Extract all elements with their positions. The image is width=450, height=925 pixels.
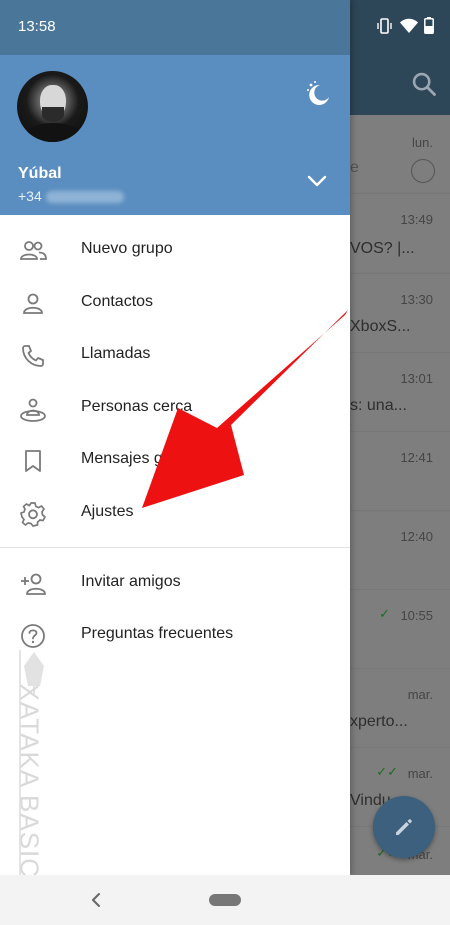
bookmark-icon (25, 450, 41, 472)
chat-time: 10:55 (400, 608, 433, 623)
menu-item-settings[interactable]: Ajustes (0, 487, 350, 539)
chevron-down-icon[interactable] (306, 172, 328, 190)
chat-snippet: xperto... (350, 713, 408, 730)
menu-item-people-nearby[interactable]: Personas cerca (0, 382, 350, 434)
search-icon[interactable] (410, 70, 438, 98)
chat-time: 12:40 (400, 529, 433, 544)
pencil-icon (396, 819, 412, 835)
phone-icon (22, 345, 44, 367)
drawer-header: Yúbal +34 (0, 55, 350, 215)
chat-time: 13:49 (400, 212, 433, 227)
menu-label: Preguntas frecuentes (81, 625, 234, 642)
chat-row[interactable]: 13:30 XboxS... (350, 274, 450, 353)
chat-snippet: s: una... (350, 397, 407, 414)
pin-icon (411, 159, 435, 183)
menu-label: Personas cerca (81, 398, 193, 415)
chat-time: 13:30 (400, 292, 433, 307)
menu-divider (0, 547, 350, 548)
settings-icon (20, 502, 46, 527)
add-person-icon (21, 573, 46, 595)
status-bar: 13:58 (0, 0, 350, 55)
chat-time: 13:01 (400, 371, 433, 386)
avatar[interactable] (17, 71, 88, 142)
chat-row[interactable]: ✓ 10:55 (350, 590, 450, 669)
chat-time: mar. (407, 687, 433, 702)
group-icon (20, 241, 47, 260)
chat-row[interactable]: 13:01 s: una... (350, 353, 450, 432)
read-check-icon: ✓ (379, 606, 390, 621)
menu-label: Nuevo grupo (81, 240, 173, 257)
menu-label: Contactos (81, 293, 154, 310)
menu-item-contacts[interactable]: Contactos (0, 277, 350, 329)
menu-item-invite-friends[interactable]: Invitar amigos (0, 557, 350, 609)
chat-time: 12:41 (400, 450, 433, 465)
double-check-icon: ✓✓ (376, 764, 398, 779)
status-bar-right (350, 0, 450, 55)
chat-time: lun. (412, 135, 433, 150)
help-icon (21, 624, 45, 648)
menu-item-calls[interactable]: Llamadas (0, 329, 350, 381)
vibrate-icon (377, 18, 392, 34)
night-mode-icon[interactable] (303, 79, 331, 107)
phone-prefix: +34 (18, 188, 42, 204)
menu-label: Invitar amigos (81, 573, 181, 590)
phone-redacted (45, 191, 124, 204)
compose-button[interactable] (373, 796, 435, 858)
chat-row[interactable]: 13:49 VOS? |... (350, 194, 450, 274)
system-navigation-bar (0, 875, 450, 925)
avatar-beard (42, 107, 64, 122)
wifi-icon (400, 18, 418, 33)
menu-item-saved-messages[interactable]: Mensajes guardados (0, 434, 350, 486)
chat-snippet: VOS? |... (350, 240, 415, 257)
home-button[interactable] (209, 894, 241, 906)
chat-row[interactable]: 12:40 (350, 511, 450, 590)
user-name: Yúbal (18, 165, 62, 182)
navigation-drawer: 13:58 Yúbal +34 Nuevo grupo Contactos Ll… (0, 0, 350, 896)
menu-label: Llamadas (81, 345, 151, 362)
menu-label: Ajustes (81, 503, 134, 520)
battery-icon (424, 17, 434, 34)
chat-time: mar. (407, 766, 433, 781)
chat-row[interactable]: 12:41 (350, 432, 450, 511)
menu-item-new-group[interactable]: Nuevo grupo (0, 224, 350, 276)
avatar-body (23, 123, 83, 142)
user-phone: +34 (18, 188, 124, 204)
contact-icon (23, 293, 43, 314)
chat-row[interactable]: lun. e (350, 115, 450, 194)
status-time: 13:58 (18, 18, 56, 35)
back-icon[interactable] (88, 891, 104, 909)
people-nearby-icon (20, 398, 46, 422)
chat-snippet: XboxS... (350, 318, 411, 335)
menu-label: Mensajes guardados (81, 450, 230, 467)
chat-snippet: e (350, 159, 359, 176)
chat-row[interactable]: mar. xperto... (350, 669, 450, 748)
